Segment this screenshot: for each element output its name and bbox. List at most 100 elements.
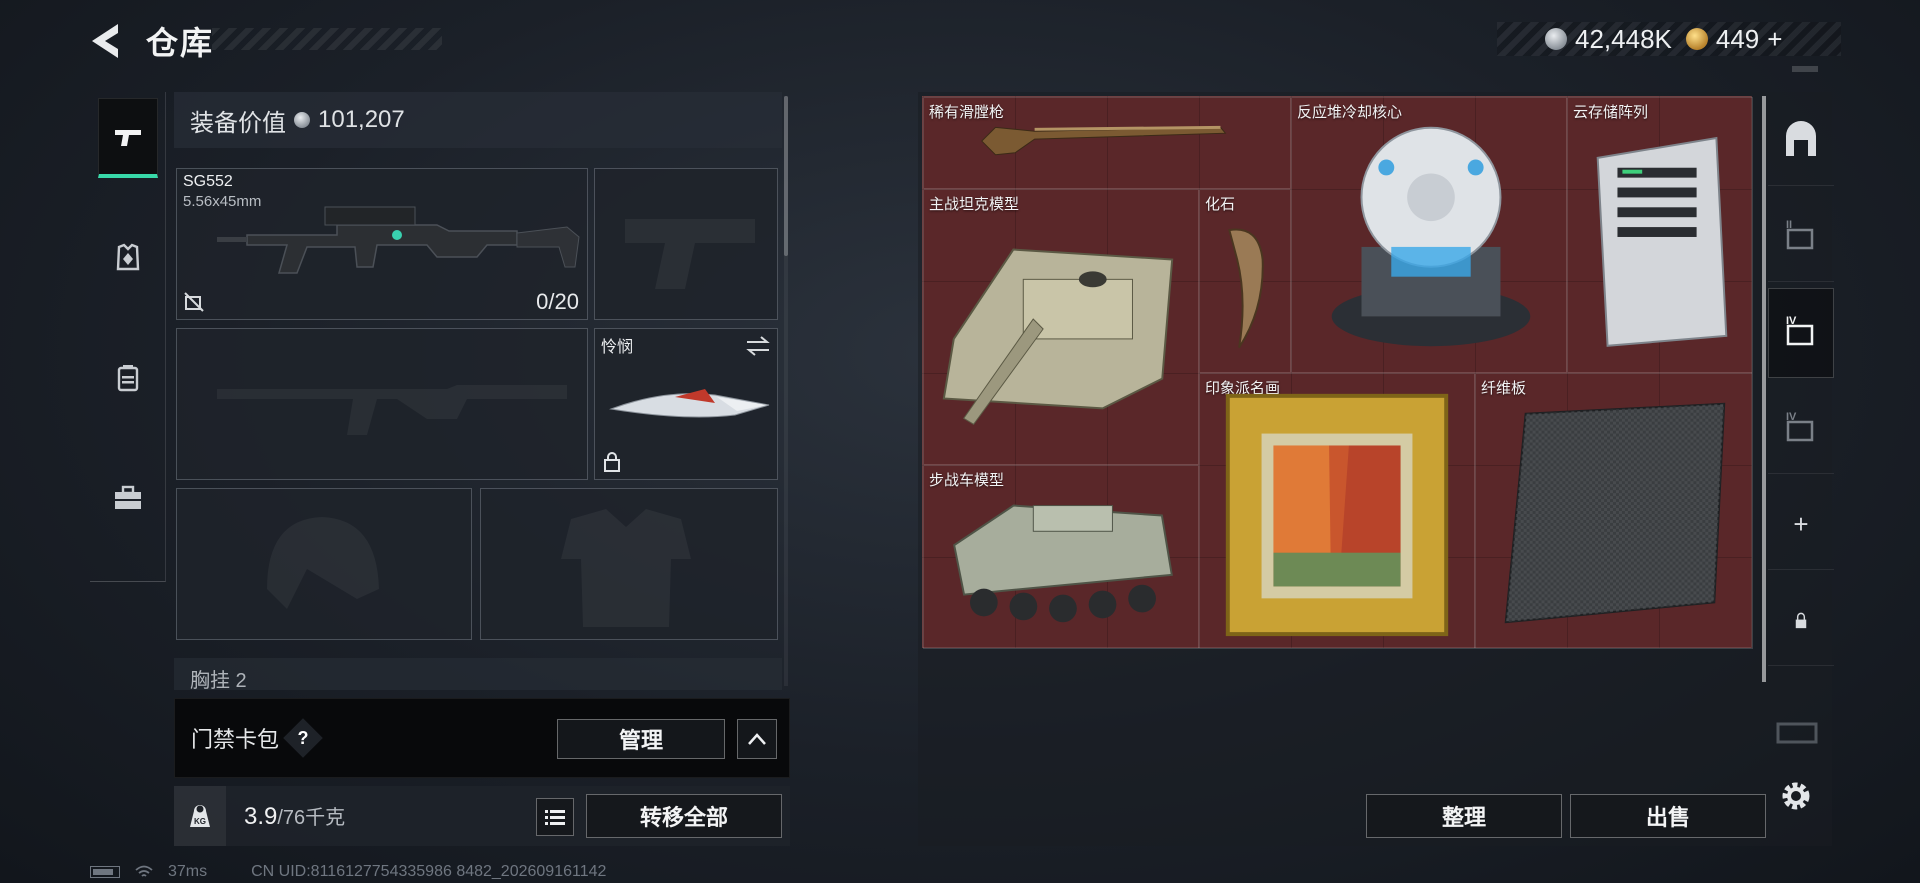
- tier-label: IV: [1786, 315, 1797, 327]
- help-icon[interactable]: ?: [283, 718, 323, 758]
- silver-currency-value: 42,448K: [1575, 23, 1672, 54]
- tier-label: IV: [1786, 411, 1797, 423]
- stash-tier-4-alt-tab[interactable]: IV: [1768, 384, 1834, 474]
- pistol-icon: [115, 129, 141, 146]
- knife-image: [609, 389, 770, 418]
- stash-locked-icon: [1776, 722, 1818, 744]
- pistol-slot[interactable]: [594, 168, 778, 320]
- stash-tier-4-tab[interactable]: IV: [1768, 288, 1834, 378]
- stash-item-reactor-cooling-core[interactable]: 反应堆冷却核心: [1291, 97, 1567, 373]
- stash-page-nav: II IV IV +: [1762, 96, 1834, 682]
- body-armor-slot[interactable]: [480, 488, 778, 640]
- ping-value: 37ms: [168, 863, 208, 880]
- list-icon: [545, 810, 565, 825]
- locked-stash-tab[interactable]: [1768, 576, 1834, 666]
- stash-item-fiberboard[interactable]: 纤维板: [1475, 373, 1753, 649]
- stash-tier-4-icon: IV: [1786, 315, 1814, 346]
- ifv-model-image: [953, 504, 1173, 623]
- status-bar: 37ms CN UID:8116127754335986 8482_202609…: [90, 862, 606, 882]
- stash-item-main-battle-tank-model[interactable]: 主战坦克模型: [923, 189, 1199, 465]
- gold-currency-value: 449: [1715, 23, 1760, 54]
- uid-text: CN UID:8116127754335986 8482_20260916114…: [251, 863, 607, 880]
- nav-item-armor[interactable]: [98, 218, 158, 298]
- add-icon: +: [1793, 509, 1809, 539]
- title-decoration: [212, 28, 442, 50]
- stash-locked-tab[interactable]: [1774, 716, 1820, 748]
- keycard-bar: 门禁卡包 ? 管理: [174, 698, 790, 778]
- wifi-icon: [135, 865, 153, 877]
- primary-weapon-slot[interactable]: SG552 5.56x45mm 0/20: [176, 168, 588, 320]
- rifle-placeholder-icon: [217, 385, 567, 435]
- weight-readout: 3.9/76千克: [244, 801, 345, 831]
- helmet-placeholder-icon: [267, 517, 379, 609]
- toolbox-icon: [115, 485, 141, 509]
- weight-icon-label: KG: [194, 817, 206, 826]
- silver-currency: 42,448K: [1545, 24, 1672, 55]
- reactor-core-image: [1331, 126, 1531, 347]
- gold-coin-icon: [1685, 28, 1708, 50]
- stash-item-impressionist-painting[interactable]: 印象派名画: [1199, 373, 1475, 649]
- nav-item-backpack[interactable]: [98, 338, 158, 418]
- stash-item-fossil[interactable]: 化石: [1199, 189, 1291, 373]
- collapse-button[interactable]: [737, 719, 777, 759]
- rifle-image: [217, 206, 580, 274]
- transfer-all-button[interactable]: 转移全部: [586, 794, 782, 838]
- stash-item-rare-musket[interactable]: 稀有滑膛枪: [923, 97, 1291, 189]
- silver-coin-icon: [1545, 28, 1567, 50]
- equipment-value-label: 装备价值: [190, 109, 286, 137]
- helmet-slot[interactable]: [176, 488, 472, 640]
- stash-item-infantry-fighting-vehicle-model[interactable]: 步战车模型: [923, 465, 1199, 649]
- musket-image: [981, 125, 1227, 156]
- armor-vest-icon: [116, 243, 140, 271]
- ammo-count: 0/20: [536, 289, 579, 314]
- help-icon-glyph: ?: [297, 727, 309, 748]
- sell-button[interactable]: 出售: [1570, 794, 1766, 838]
- settings-gear-icon[interactable]: [1776, 776, 1816, 816]
- manage-button[interactable]: 管理: [557, 719, 725, 759]
- melee-name: 怜悯: [601, 339, 634, 356]
- chevron-up-icon: [748, 733, 766, 745]
- tank-model-image: [942, 248, 1174, 425]
- safe-box-tab[interactable]: [1768, 96, 1834, 186]
- weight-max: /76千克: [277, 807, 346, 829]
- nav-item-toolbox[interactable]: [98, 458, 158, 538]
- no-attachment-icon: [184, 292, 204, 312]
- add-stash-tab[interactable]: +: [1768, 480, 1834, 570]
- gold-currency[interactable]: 449 +: [1685, 23, 1782, 55]
- lock-icon: [604, 452, 620, 472]
- fiberboard-image: [1504, 402, 1726, 624]
- kettlebell-icon: KG: [190, 805, 210, 827]
- storage-array-image: [1596, 136, 1728, 347]
- equipment-scrollbar[interactable]: [784, 96, 788, 256]
- weight-current: 3.9: [244, 803, 278, 830]
- stash-item-cloud-storage-array[interactable]: 云存储阵列: [1567, 97, 1753, 373]
- sort-button[interactable]: 整理: [1366, 794, 1562, 838]
- fossil-image: [1228, 228, 1264, 349]
- equipment-value-header: 装备价值 101,207: [174, 92, 782, 148]
- safe-box-icon: [1786, 120, 1816, 156]
- stash-tier-4-alt-icon: IV: [1786, 411, 1814, 441]
- category-nav: [90, 92, 166, 582]
- equipment-panel: 装备价值 101,207 SG552 5.56x45mm 0/20 怜悯 胸挂 …: [174, 92, 792, 690]
- nav-item-weapons[interactable]: [98, 98, 158, 178]
- stash-tier-2-tab[interactable]: II: [1768, 192, 1834, 282]
- swap-icon[interactable]: [745, 335, 771, 357]
- lock-icon: [1795, 612, 1807, 628]
- stash-tier-2-icon: II: [1786, 219, 1814, 249]
- painting-image: [1225, 393, 1449, 637]
- decoration-mark: [1792, 66, 1818, 72]
- page-title: 仓库: [146, 25, 215, 61]
- backpack-icon: [117, 365, 139, 392]
- keycard-label: 门禁卡包: [191, 727, 280, 752]
- melee-slot[interactable]: 怜悯: [594, 328, 778, 480]
- secondary-weapon-slot[interactable]: [176, 328, 588, 480]
- weight-icon: KG: [174, 786, 226, 846]
- list-view-button[interactable]: [536, 798, 574, 836]
- gold-add-icon[interactable]: +: [1767, 24, 1782, 55]
- tier-label: II: [1786, 219, 1792, 231]
- chest-rig-section-header: 胸挂 2: [174, 658, 782, 690]
- equipment-value: 101,207: [318, 106, 405, 133]
- battery-icon: [90, 866, 120, 878]
- back-arrow-icon[interactable]: [88, 22, 122, 60]
- weight-bar: KG 3.9/76千克 转移全部: [174, 786, 790, 846]
